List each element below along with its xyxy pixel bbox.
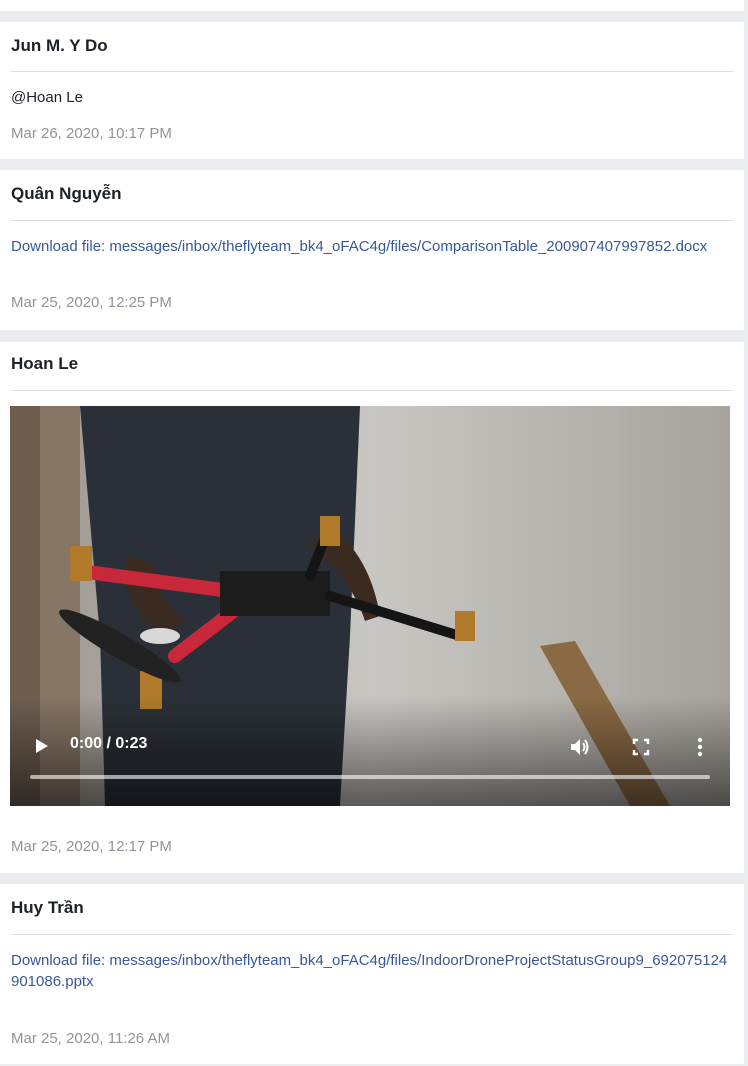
video-time-display: 0:00 / 0:23: [70, 735, 148, 752]
message-timestamp: Mar 25, 2020, 11:26 AM: [11, 1030, 170, 1047]
fullscreen-button[interactable]: [632, 738, 650, 756]
message-card: Jun M. Y Do @Hoan Le Mar 26, 2020, 10:17…: [0, 22, 744, 159]
more-vertical-icon: [697, 737, 703, 757]
message-card: Quân Nguyễn Download file: messages/inbo…: [0, 170, 744, 330]
video-progress-bar[interactable]: [30, 775, 710, 779]
play-button[interactable]: [34, 737, 50, 755]
message-timestamp: Mar 26, 2020, 10:17 PM: [11, 125, 172, 142]
message-card: Hoan Le 0:00 / 0:23 Mar 25, 2020, 12:17 …: [0, 342, 744, 873]
sender-name: Jun M. Y Do: [11, 36, 108, 55]
sender-name: Quân Nguyễn: [11, 184, 122, 203]
message-text: @Hoan Le: [11, 89, 83, 106]
message-card: Huy Trần Download file: messages/inbox/t…: [0, 884, 744, 1064]
play-icon: [36, 739, 48, 753]
more-options-button[interactable]: [696, 737, 704, 757]
divider: [11, 390, 733, 391]
fullscreen-icon: [632, 738, 650, 756]
download-file-link[interactable]: Download file: messages/inbox/theflyteam…: [11, 950, 733, 992]
video-player[interactable]: 0:00 / 0:23: [10, 406, 730, 806]
volume-icon: [571, 739, 589, 755]
sender-name: Huy Trần: [11, 898, 84, 917]
message-card-partial: [0, 0, 744, 11]
download-file-link[interactable]: Download file: messages/inbox/theflyteam…: [11, 236, 733, 257]
volume-button[interactable]: [569, 737, 591, 757]
message-timestamp: Mar 25, 2020, 12:25 PM: [11, 294, 172, 311]
divider: [11, 934, 733, 935]
divider: [11, 220, 733, 221]
divider: [11, 71, 733, 72]
message-timestamp: Mar 25, 2020, 12:17 PM: [11, 838, 172, 855]
sender-name: Hoan Le: [11, 354, 79, 373]
